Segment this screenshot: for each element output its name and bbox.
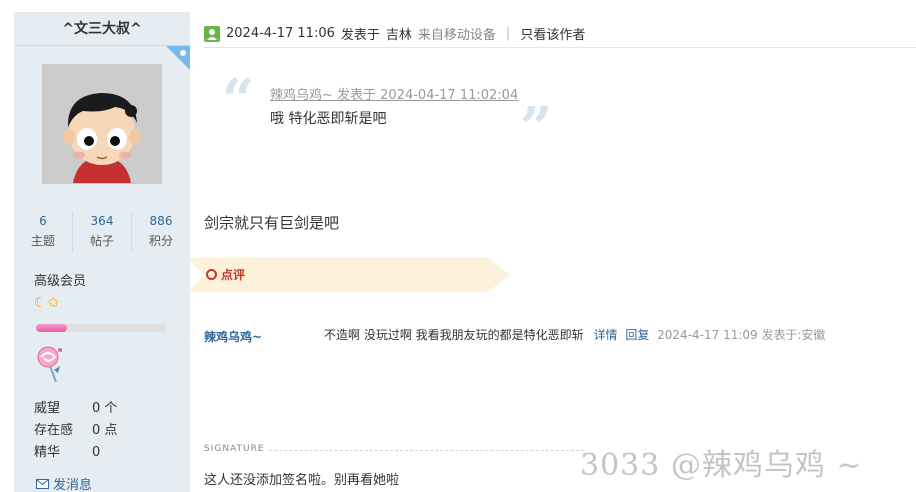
send-message-label: 发消息 bbox=[53, 478, 93, 492]
author-sidebar: ^文三大叔^ 6 主题 364 帖子 886 积分 高级会员 ☾✩ 威望 0 个… bbox=[14, 12, 190, 492]
author-stats: 6 主题 364 帖子 886 积分 bbox=[14, 212, 190, 252]
review-circle-icon bbox=[206, 269, 217, 280]
only-author-link[interactable]: 只看该作者 bbox=[520, 24, 585, 43]
stat-points-value[interactable]: 886 bbox=[132, 212, 190, 230]
stat-topics[interactable]: 6 主题 bbox=[14, 212, 73, 252]
watermark: 3033 @辣鸡乌鸡 ~ bbox=[580, 448, 863, 483]
level-progress-fill bbox=[36, 324, 68, 332]
review-comment: 辣鸡乌鸡~ 不造啊 没玩过啊 我看我朋友玩的都是特化恶即斩 详情 回复 2024… bbox=[204, 326, 904, 344]
comment-reply-link[interactable]: 回复 bbox=[625, 328, 649, 342]
comment-detail-link[interactable]: 详情 bbox=[593, 328, 617, 342]
rank-moon-star-icon: ☾✩ bbox=[34, 295, 61, 311]
envelope-icon bbox=[36, 478, 49, 489]
post-device: 来自移动设备 bbox=[417, 28, 496, 43]
open-quote-icon: “ bbox=[222, 67, 255, 133]
member-rank[interactable]: 高级会员 bbox=[34, 270, 86, 289]
online-tag-icon bbox=[166, 46, 190, 70]
cartoon-avatar-icon bbox=[43, 65, 161, 183]
level-progress-bar bbox=[36, 324, 167, 332]
header-separator: | bbox=[505, 26, 511, 41]
attr-prestige-key: 威望 bbox=[34, 401, 61, 416]
stat-points[interactable]: 886 积分 bbox=[132, 212, 190, 252]
stat-posts-label: 帖子 bbox=[89, 234, 114, 248]
review-label: 点评 bbox=[221, 268, 246, 282]
attr-presence: 存在感 0 点 bbox=[34, 420, 117, 442]
signature-text: 这人还没添加签名啦。别再看她啦 bbox=[204, 473, 400, 488]
review-header: 点评 bbox=[206, 266, 245, 283]
attr-essence: 精华 0 bbox=[34, 442, 117, 464]
comment-line: 不造啊 没玩过啊 我看我朋友玩的都是特化恶即斩 详情 回复 2024-4-17 … bbox=[324, 326, 826, 343]
quote-author-link[interactable]: 辣鸡乌鸡~ 发表于 2024-04-17 11:02:04 bbox=[270, 84, 518, 103]
signature-label: SIGNATURE bbox=[204, 444, 269, 454]
posted-label: 发表于 bbox=[340, 28, 380, 43]
author-name[interactable]: ^文三大叔^ bbox=[14, 12, 190, 46]
post-header: 2024-4-17 11:06 发表于 吉林 来自移动设备 | 只看该作者 bbox=[204, 20, 916, 48]
stat-posts[interactable]: 364 帖子 bbox=[73, 212, 132, 252]
comment-user-link[interactable]: 辣鸡乌鸡~ bbox=[204, 328, 262, 345]
attr-essence-value: 0 bbox=[92, 445, 101, 460]
post-location: 吉林 bbox=[385, 28, 412, 43]
lollipop-medal-icon bbox=[37, 346, 62, 383]
stat-points-label: 积分 bbox=[148, 234, 173, 248]
stat-posts-value[interactable]: 364 bbox=[73, 212, 131, 230]
attr-prestige: 威望 0 个 bbox=[34, 398, 117, 420]
avatar[interactable] bbox=[42, 64, 162, 184]
stat-topics-value[interactable]: 6 bbox=[14, 212, 72, 230]
comment-text: 不造啊 没玩过啊 我看我朋友玩的都是特化恶即斩 bbox=[324, 328, 584, 342]
attr-presence-value: 0 点 bbox=[92, 423, 118, 438]
online-status-icon bbox=[204, 25, 220, 42]
attr-presence-key: 存在感 bbox=[34, 423, 74, 438]
attr-essence-key: 精华 bbox=[34, 445, 61, 460]
quote-block: “ ” 辣鸡乌鸡~ 发表于 2024-04-17 11:02:04 哦 特化恶即… bbox=[222, 72, 552, 156]
attr-prestige-value: 0 个 bbox=[92, 401, 118, 416]
quote-text: 哦 特化恶即斩是吧 bbox=[270, 111, 387, 127]
close-quote-icon: ” bbox=[520, 95, 553, 161]
send-message-link[interactable]: 发消息 bbox=[36, 474, 92, 492]
post-datetime: 2024-4-17 11:06 bbox=[226, 26, 335, 41]
post-message: 剑宗就只有巨剑是吧 bbox=[204, 214, 340, 232]
stat-topics-label: 主题 bbox=[30, 234, 55, 248]
comment-time: 2024-4-17 11:09 发表于:安徽 bbox=[657, 328, 826, 342]
author-attributes: 威望 0 个 存在感 0 点 精华 0 bbox=[34, 398, 117, 464]
